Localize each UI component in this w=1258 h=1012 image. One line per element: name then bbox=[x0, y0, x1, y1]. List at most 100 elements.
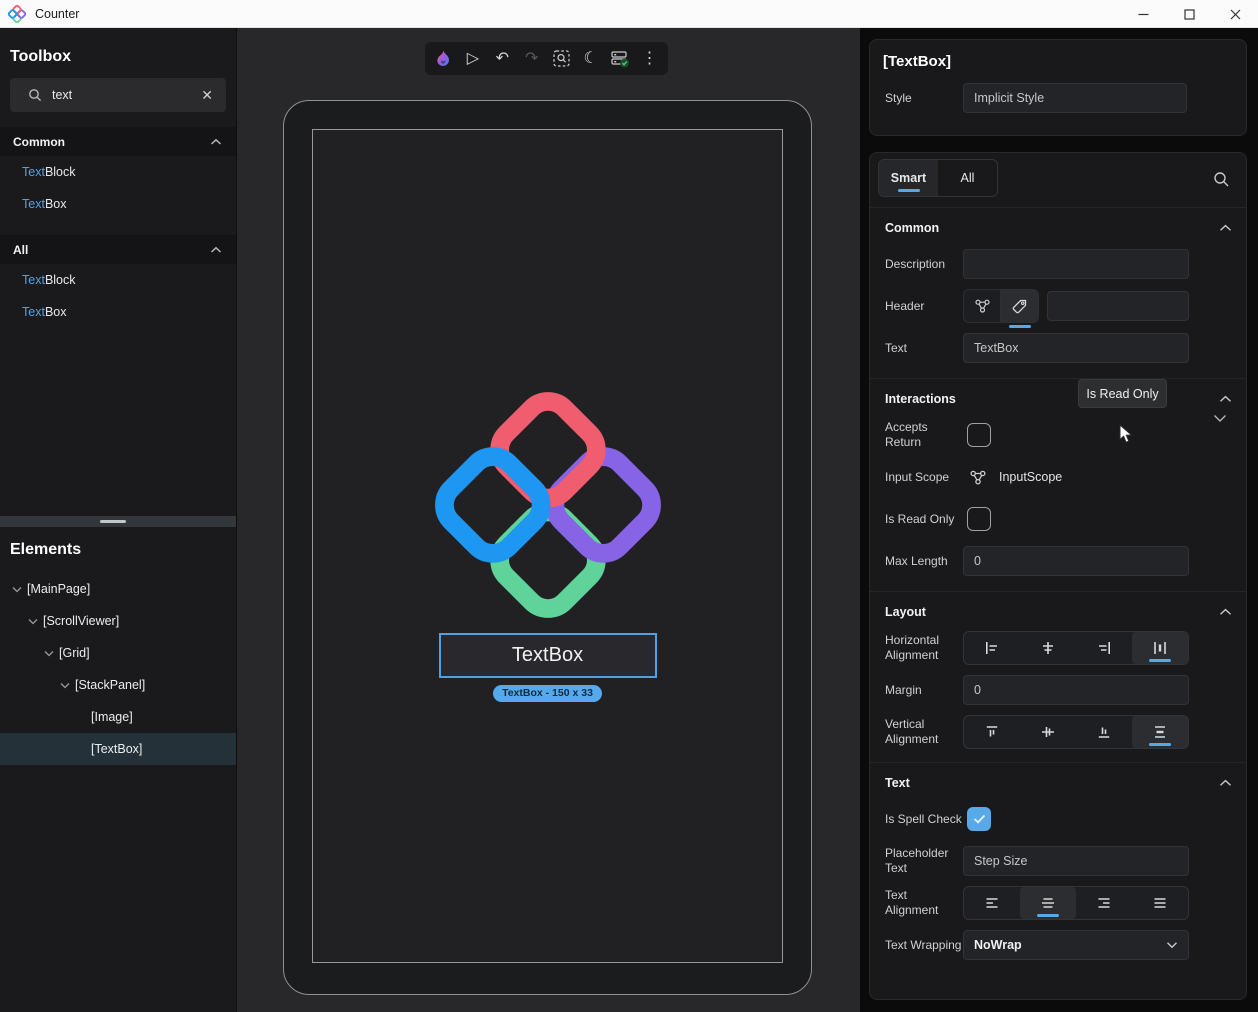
tree-item-mainpage[interactable]: [MainPage] bbox=[0, 573, 236, 605]
text-align-justify-icon[interactable] bbox=[1132, 887, 1188, 919]
v-align-top-icon[interactable] bbox=[964, 716, 1020, 748]
text-wrapping-dropdown[interactable]: NoWrap bbox=[963, 930, 1189, 960]
sidebar-splitter-handle[interactable] bbox=[0, 516, 236, 527]
selected-textbox-element[interactable]: TextBox bbox=[439, 633, 657, 678]
window-title: Counter bbox=[35, 7, 79, 21]
text-alignment-label: Text Alignment bbox=[885, 888, 963, 918]
tab-smart[interactable]: Smart bbox=[879, 160, 938, 196]
vertical-alignment-label: Vertical Alignment bbox=[885, 717, 963, 747]
tab-all[interactable]: All bbox=[938, 160, 997, 196]
text-label: Text bbox=[885, 341, 963, 356]
toolbox-section-common[interactable]: Common bbox=[0, 127, 236, 156]
is-spell-check-label: Is Spell Check bbox=[885, 812, 963, 827]
tree-item-image[interactable]: [Image] bbox=[0, 701, 236, 733]
undo-icon[interactable]: ↶ bbox=[491, 48, 513, 70]
section-common: Common Description Header bbox=[870, 207, 1246, 378]
binding-icon bbox=[974, 298, 991, 314]
chevron-down-icon[interactable] bbox=[26, 618, 40, 625]
maximize-button[interactable] bbox=[1166, 0, 1212, 28]
text-input[interactable]: TextBox bbox=[963, 333, 1189, 363]
is-read-only-label: Is Read Only bbox=[885, 512, 963, 527]
placeholder-text-input[interactable]: Step Size bbox=[963, 846, 1189, 876]
max-length-label: Max Length bbox=[885, 554, 963, 569]
text-align-left-icon[interactable] bbox=[964, 887, 1020, 919]
app-window: Counter Toolbox text ✕ bbox=[0, 0, 1258, 1012]
horizontal-alignment-label: Horizontal Alignment bbox=[885, 633, 963, 663]
chevron-down-icon[interactable] bbox=[42, 650, 56, 657]
h-align-center-icon[interactable] bbox=[1020, 632, 1076, 664]
accepts-return-checkbox[interactable] bbox=[967, 423, 991, 447]
close-button[interactable] bbox=[1212, 0, 1258, 28]
style-input[interactable]: Implicit Style bbox=[963, 83, 1187, 113]
header-value-tag-button[interactable] bbox=[1001, 289, 1039, 323]
chevron-down-icon[interactable] bbox=[1213, 414, 1227, 423]
zoom-to-selection-icon[interactable] bbox=[550, 48, 572, 70]
clear-search-icon[interactable]: ✕ bbox=[198, 87, 216, 104]
description-input[interactable] bbox=[963, 249, 1189, 279]
input-scope-label: Input Scope bbox=[885, 470, 963, 485]
tree-item-textbox-selected[interactable]: [TextBox] bbox=[0, 733, 236, 765]
max-length-input[interactable]: 0 bbox=[963, 546, 1189, 576]
redo-icon: ↷ bbox=[521, 48, 543, 70]
section-layout-header[interactable]: Layout bbox=[870, 598, 1246, 626]
more-options-kebab-icon[interactable]: ⋮ bbox=[639, 48, 661, 70]
margin-input[interactable]: 0 bbox=[963, 675, 1189, 705]
accepts-return-label: Accepts Return bbox=[885, 420, 963, 450]
chevron-down-icon[interactable] bbox=[10, 586, 24, 593]
design-canvas[interactable]: ▷ ↶ ↷ ☾ ⋮ bbox=[237, 28, 860, 1012]
v-align-bottom-icon[interactable] bbox=[1076, 716, 1132, 748]
header-mode-toggle bbox=[963, 289, 1039, 323]
chevron-up-icon[interactable] bbox=[1219, 779, 1232, 787]
toolbox-item-textbox[interactable]: TextBox bbox=[0, 188, 236, 220]
device-frame: TextBox TextBox - 150 x 33 bbox=[283, 100, 812, 995]
v-align-center-icon[interactable] bbox=[1020, 716, 1076, 748]
text-align-center-icon[interactable] bbox=[1020, 887, 1076, 919]
v-align-stretch-icon[interactable] bbox=[1132, 716, 1188, 748]
app-image-logo[interactable] bbox=[434, 391, 662, 619]
tree-item-scrollviewer[interactable]: [ScrollViewer] bbox=[0, 605, 236, 637]
tree-item-grid[interactable]: [Grid] bbox=[0, 637, 236, 669]
elements-panel: Elements [MainPage] [ScrollViewer] [Grid… bbox=[0, 533, 236, 765]
toolbox-section-all[interactable]: All bbox=[0, 235, 236, 264]
is-read-only-tooltip: Is Read Only bbox=[1078, 379, 1167, 408]
h-align-right-icon[interactable] bbox=[1076, 632, 1132, 664]
section-text-header[interactable]: Text bbox=[870, 769, 1246, 797]
is-read-only-checkbox[interactable] bbox=[967, 507, 991, 531]
chevron-up-icon bbox=[210, 246, 222, 254]
toolbox-item-textblock[interactable]: TextBlock bbox=[0, 264, 236, 296]
chevron-up-icon[interactable] bbox=[1219, 224, 1232, 232]
play-icon[interactable]: ▷ bbox=[462, 48, 484, 70]
device-screen[interactable]: TextBox TextBox - 150 x 33 bbox=[312, 129, 783, 963]
tree-item-stackpanel[interactable]: [StackPanel] bbox=[0, 669, 236, 701]
elements-title: Elements bbox=[10, 541, 236, 559]
header-input[interactable] bbox=[1047, 291, 1189, 321]
toolbox-search-input[interactable]: text ✕ bbox=[10, 78, 226, 112]
toolbox-item-textblock[interactable]: TextBlock bbox=[0, 156, 236, 188]
header-binding-button[interactable] bbox=[963, 289, 1001, 323]
chevron-up-icon[interactable] bbox=[1219, 608, 1232, 616]
properties-search-icon[interactable] bbox=[1213, 171, 1230, 188]
h-align-left-icon[interactable] bbox=[964, 632, 1020, 664]
binding-icon[interactable] bbox=[969, 469, 987, 486]
toolbox-title: Toolbox bbox=[10, 48, 236, 66]
minimize-button[interactable] bbox=[1120, 0, 1166, 28]
text-align-right-icon[interactable] bbox=[1076, 887, 1132, 919]
toolbox-item-textbox[interactable]: TextBox bbox=[0, 296, 236, 328]
placeholder-text-label: Placeholder Text bbox=[885, 846, 963, 876]
chevron-down-icon[interactable] bbox=[58, 682, 72, 689]
h-align-stretch-icon[interactable] bbox=[1132, 632, 1188, 664]
section-interactions-header[interactable]: Interactions bbox=[870, 385, 1246, 413]
server-status-icon[interactable] bbox=[609, 48, 631, 70]
search-icon bbox=[28, 88, 42, 102]
section-common-header[interactable]: Common bbox=[870, 214, 1246, 242]
designer-toolbar: ▷ ↶ ↷ ☾ ⋮ bbox=[425, 42, 668, 75]
properties-card: Smart All Common Description Head bbox=[869, 152, 1247, 1000]
hot-design-flame-icon[interactable] bbox=[432, 48, 454, 70]
is-spell-check-checkbox[interactable] bbox=[967, 807, 991, 831]
input-scope-value[interactable]: InputScope bbox=[999, 470, 1062, 484]
section-text: Text Is Spell Check Placeholder Text Ste… bbox=[870, 762, 1246, 975]
horizontal-alignment-group bbox=[963, 631, 1189, 665]
chevron-up-icon[interactable] bbox=[1219, 395, 1232, 403]
dark-theme-moon-icon[interactable]: ☾ bbox=[580, 48, 602, 70]
section-interactions: Interactions Accepts Return Input Scope bbox=[870, 378, 1246, 591]
